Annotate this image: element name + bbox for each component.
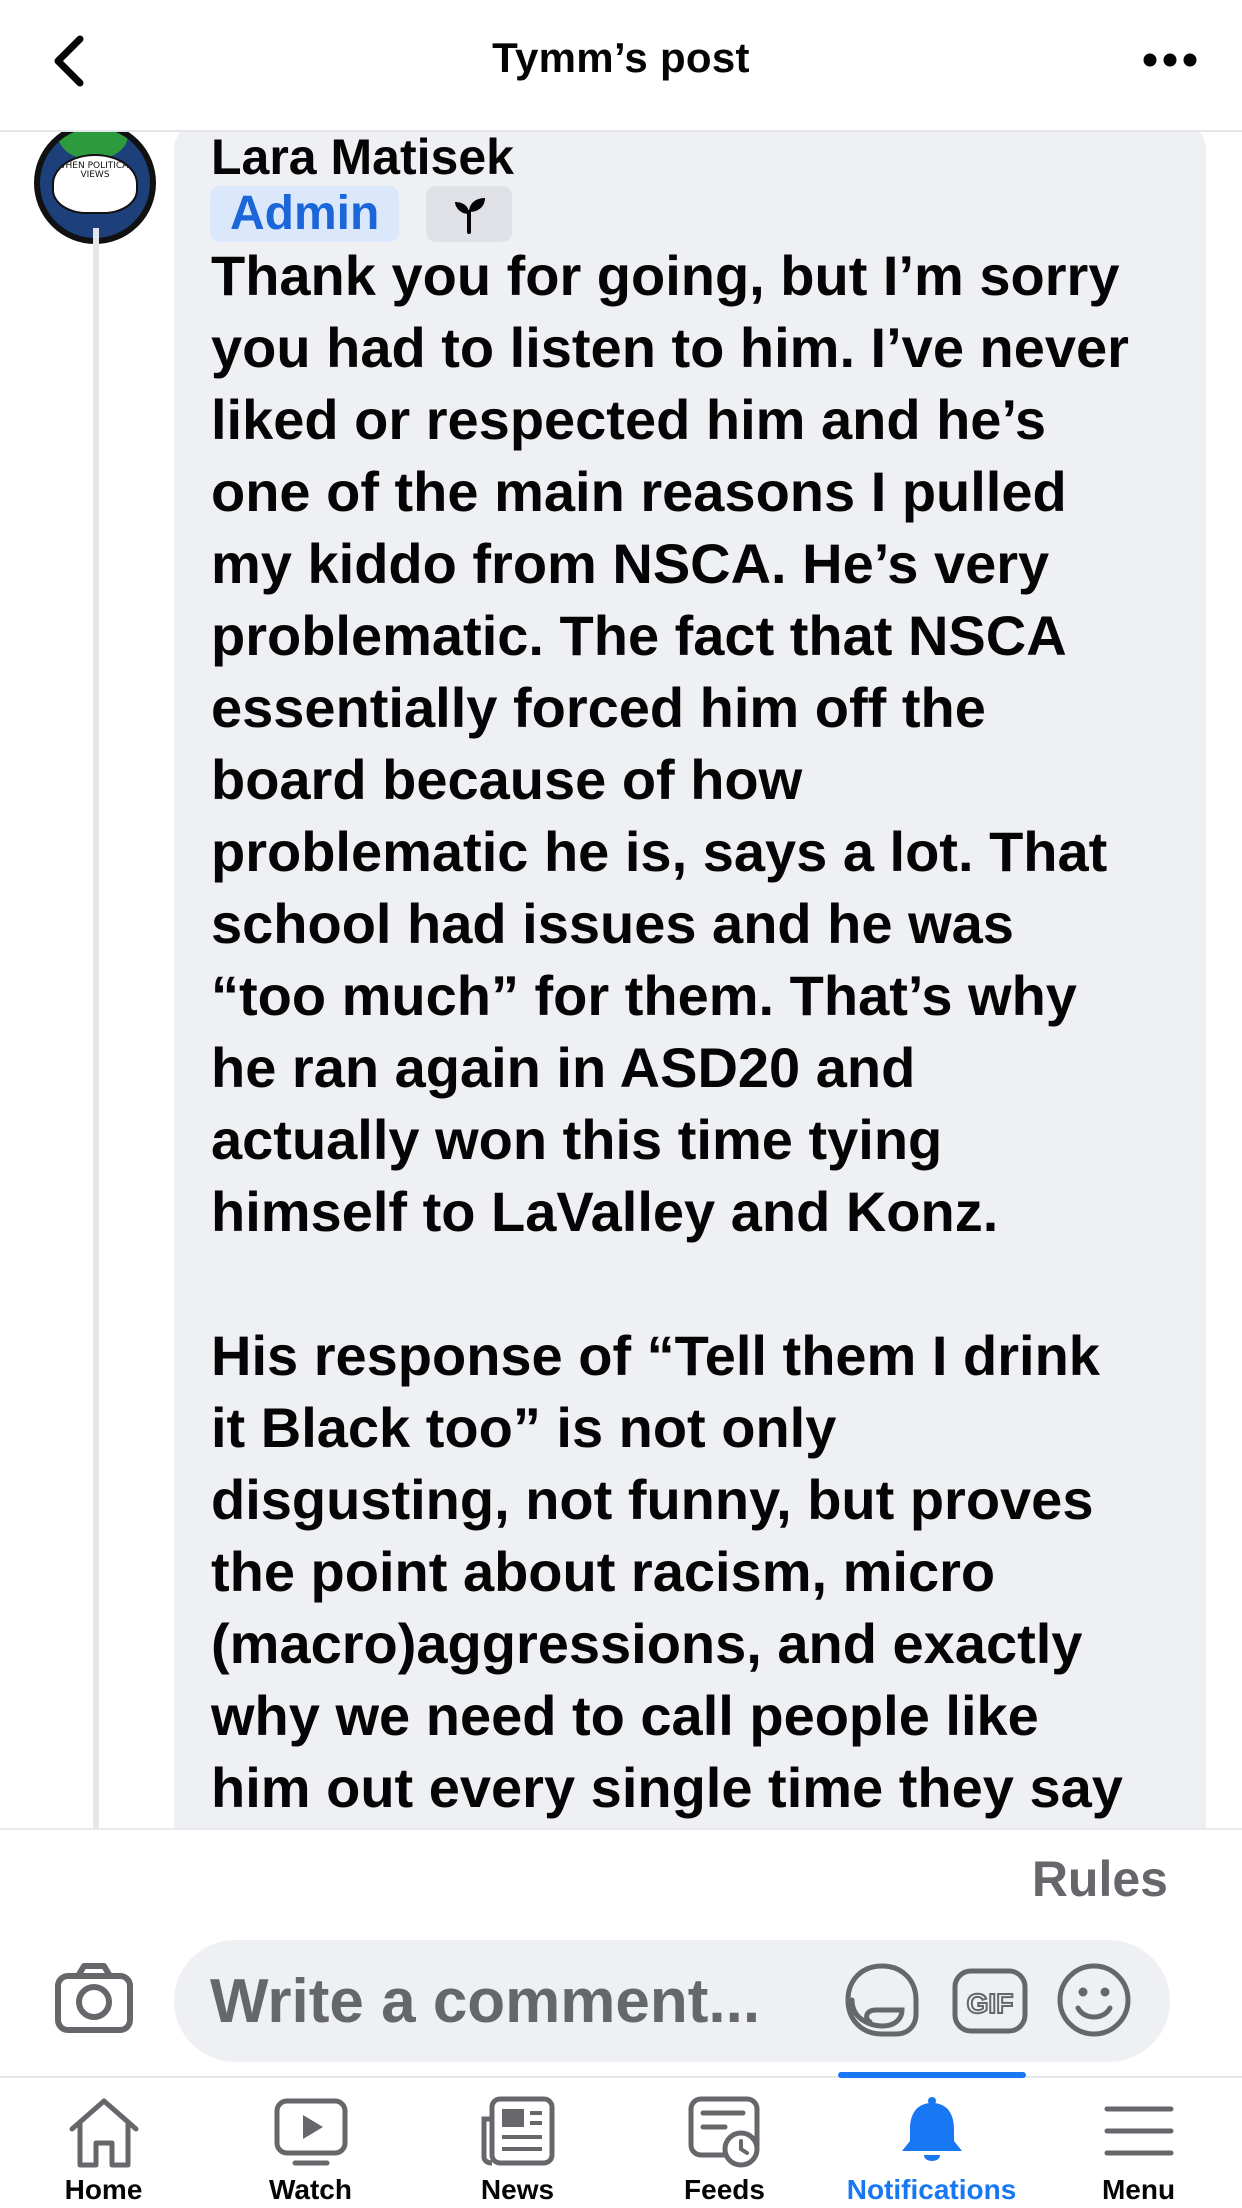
comment-thread: WHEN POLITICAL VIEWS Lara Matisek Admin … [0,132,1242,1828]
tab-notifications-label: Notifications [846,2174,1017,2205]
news-icon [473,2092,563,2172]
sticker-button[interactable] [842,1960,922,2040]
gif-icon: GIF [952,1968,1028,2034]
bottom-tab-bar: Home Watch News Feeds Notifications Menu [0,2072,1242,2208]
admin-badge: Admin [210,186,400,242]
sprout-icon [455,198,485,234]
tab-home-label: Home [64,2174,143,2205]
page-title: Tymm’s post [492,34,750,81]
tab-news[interactable]: News [414,2078,621,2208]
emoji-button[interactable] [1056,1962,1132,2038]
sticker-icon [845,1963,919,2037]
tab-notifications[interactable]: Notifications [828,2078,1035,2208]
camera-icon [55,1963,133,2033]
tab-menu-label: Menu [1101,2174,1176,2205]
more-options-button[interactable] [1140,40,1200,80]
watch-icon [266,2092,356,2172]
menu-icon [1094,2092,1184,2172]
rules-link[interactable]: Rules [1032,1850,1168,1908]
bell-icon [887,2092,977,2172]
gif-button[interactable]: GIF [952,1968,1028,2034]
comment-input-field[interactable]: GIF [174,1940,1170,2062]
feeds-icon [680,2092,770,2172]
gif-label: GIF [967,1988,1014,2019]
comment-composer: Rules GIF [0,1828,1242,2076]
avatar-caption: WHEN POLITICAL VIEWS [52,154,138,214]
comment-input[interactable] [210,1940,830,2062]
tab-watch-label: Watch [269,2174,352,2205]
home-icon [59,2092,149,2172]
emoji-icon [1057,1963,1131,2037]
tab-feeds-label: Feeds [684,2174,765,2205]
tab-home[interactable]: Home [0,2078,207,2208]
comment-author[interactable]: Lara Matisek [211,132,514,186]
thread-line [93,228,99,1828]
top-nav-bar: Tymm’s post [0,0,1242,132]
comment-body: Thank you for going, but I’m sorry you h… [211,244,1129,1819]
more-horizontal-icon [1143,53,1197,67]
tab-watch[interactable]: Watch [207,2078,414,2208]
tab-news-label: News [480,2174,555,2205]
new-member-badge [426,186,512,242]
tab-feeds[interactable]: Feeds [621,2078,828,2208]
tab-menu[interactable]: Menu [1035,2078,1242,2208]
camera-button[interactable] [54,1960,134,2034]
